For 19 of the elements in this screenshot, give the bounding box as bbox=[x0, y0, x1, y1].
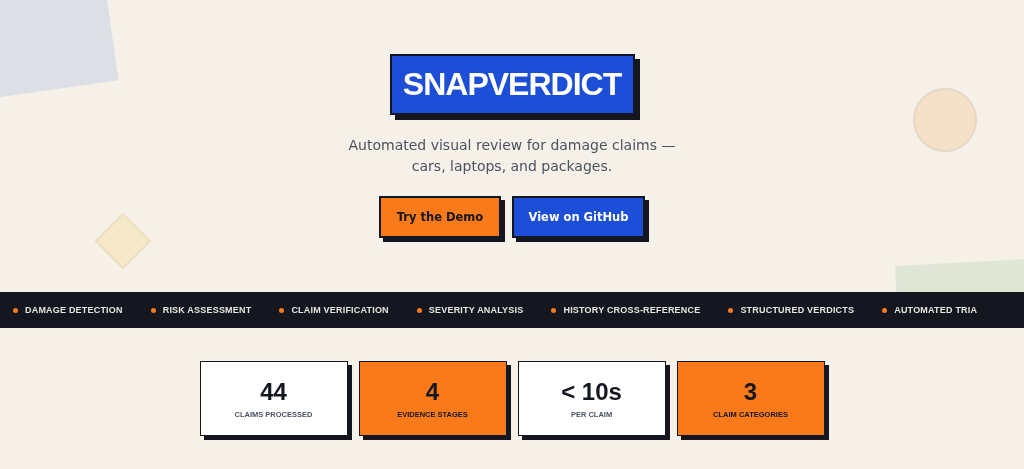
bullet-icon bbox=[150, 307, 156, 313]
bullet-icon bbox=[882, 307, 888, 313]
bullet-icon bbox=[416, 307, 422, 313]
stat-value: < 10s bbox=[561, 378, 622, 406]
ticker-item: AUTOMATED TRIA bbox=[894, 305, 978, 315]
stat-value: 44 bbox=[260, 378, 287, 406]
bullet-icon bbox=[13, 307, 18, 313]
bullet-icon bbox=[551, 307, 557, 313]
tagline: Automated visual review for damage claims — cars, laptops, and packages. bbox=[347, 136, 677, 176]
ticker-item: HISTORY CROSS-REFERENCE bbox=[563, 305, 701, 315]
ticker-item: SEVERITY ANALYSIS bbox=[428, 305, 524, 315]
bullet-icon bbox=[279, 307, 285, 313]
ticker-item: DAMAGE DETECTION bbox=[25, 305, 123, 315]
stat-value: 3 bbox=[743, 378, 758, 406]
ticker-item: CLAIM VERIFICATION bbox=[291, 305, 389, 315]
bullet-icon bbox=[728, 307, 734, 313]
ticker-item: RISK ASSESSMENT bbox=[162, 305, 252, 315]
ticker-item: STRUCTURED VERDICTS bbox=[740, 305, 855, 315]
stat-value: 4 bbox=[425, 378, 440, 406]
